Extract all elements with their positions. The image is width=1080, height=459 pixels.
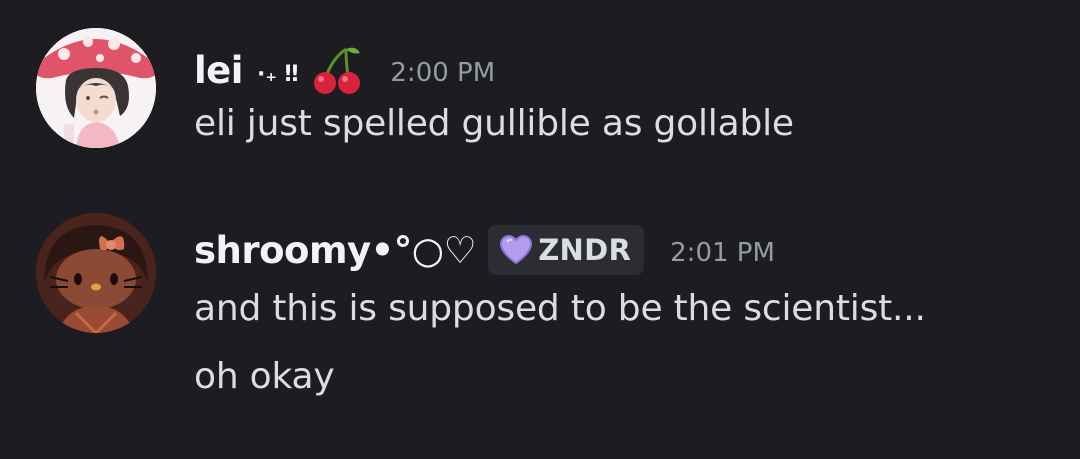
timestamp[interactable]: 2:00 PM <box>390 58 495 88</box>
cherry-icon <box>310 43 364 97</box>
tag-label: ZNDR <box>538 233 632 267</box>
hello-kitty-bow-avatar-icon <box>36 213 156 333</box>
server-tag[interactable]: ZNDR <box>488 225 645 275</box>
message-line: eli just spelled gullible as gollable <box>194 103 794 144</box>
username-decoration: ·₊ ‼ <box>256 61 299 87</box>
avatar[interactable] <box>36 28 156 148</box>
message-line: oh okay <box>194 356 335 397</box>
timestamp[interactable]: 2:01 PM <box>670 238 775 268</box>
message-content: and this is supposed to be the scientist… <box>194 275 926 411</box>
username[interactable]: lei <box>194 49 243 92</box>
avatar[interactable] <box>36 213 156 333</box>
purple-heart-icon <box>500 235 533 265</box>
message-line: and this is supposed to be the scientist… <box>194 288 926 329</box>
username[interactable]: shroomy•°○♡ <box>194 229 477 272</box>
message-content: eli just spelled gullible as gollable <box>194 90 794 158</box>
chat-message-list: lei ·₊ ‼ 2:00 PM eli just spelled gullib… <box>0 0 1080 459</box>
mushroom-hat-avatar-icon <box>36 28 156 148</box>
message-header: shroomy•°○♡ ZNDR 2:01 PM <box>194 223 775 277</box>
